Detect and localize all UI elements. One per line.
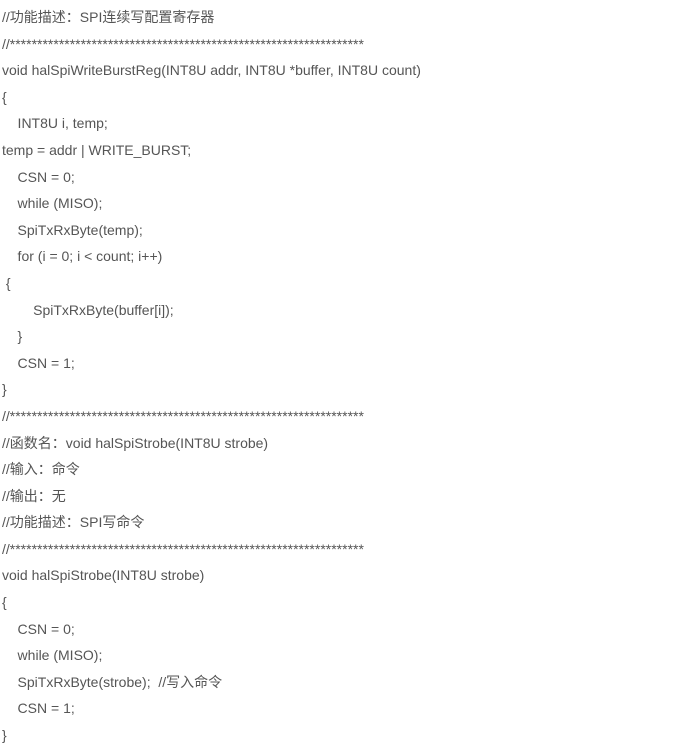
code-line: } (2, 323, 681, 350)
code-line: for (i = 0; i < count; i++) (2, 243, 681, 270)
code-line: { (2, 589, 681, 616)
code-line: //功能描述：SPI连续写配置寄存器 (2, 4, 681, 31)
code-line: INT8U i, temp; (2, 110, 681, 137)
code-line: } (2, 376, 681, 403)
code-line: //输入：命令 (2, 456, 681, 483)
code-line: CSN = 1; (2, 695, 681, 722)
code-line: { (2, 270, 681, 297)
code-line: //函数名：void halSpiStrobe(INT8U strobe) (2, 430, 681, 457)
code-block: //功能描述：SPI连续写配置寄存器 //*******************… (2, 4, 681, 749)
code-line: while (MISO); (2, 642, 681, 669)
code-line: CSN = 1; (2, 350, 681, 377)
code-line: while (MISO); (2, 190, 681, 217)
code-line: CSN = 0; (2, 164, 681, 191)
code-line: void halSpiWriteBurstReg(INT8U addr, INT… (2, 57, 681, 84)
code-line: SpiTxRxByte(temp); (2, 217, 681, 244)
code-line: //输出：无 (2, 483, 681, 510)
code-line: SpiTxRxByte(buffer[i]); (2, 297, 681, 324)
code-line: //功能描述：SPI写命令 (2, 509, 681, 536)
code-line: { (2, 84, 681, 111)
code-line: //**************************************… (2, 403, 681, 430)
code-line: //**************************************… (2, 536, 681, 563)
code-line: CSN = 0; (2, 616, 681, 643)
code-line: SpiTxRxByte(strobe); //写入命令 (2, 669, 681, 696)
code-line: temp = addr | WRITE_BURST; (2, 137, 681, 164)
code-line: } (2, 722, 681, 749)
code-line: void halSpiStrobe(INT8U strobe) (2, 562, 681, 589)
code-line: //**************************************… (2, 31, 681, 58)
